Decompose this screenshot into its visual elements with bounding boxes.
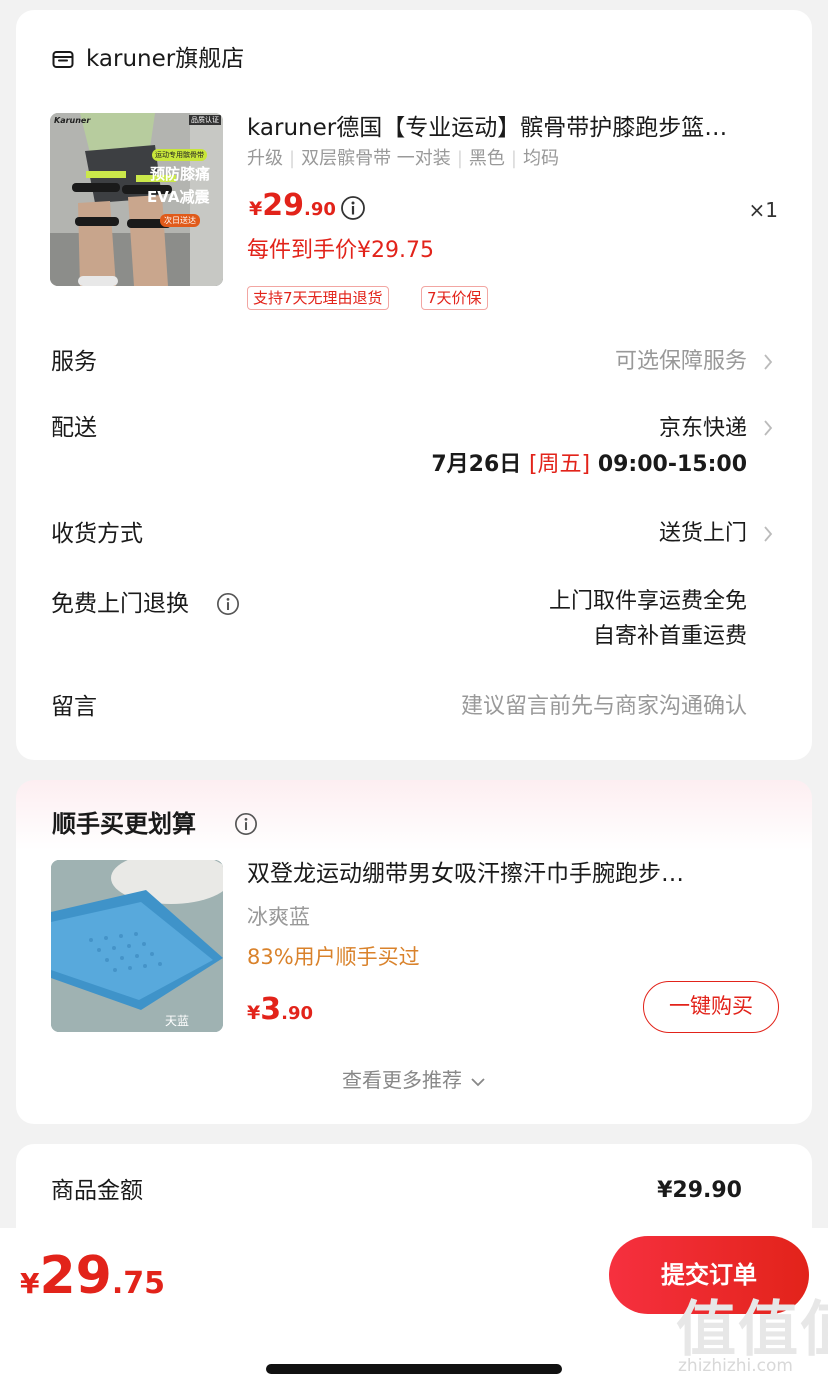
spec-item: 双层髌骨带 一对装 (301, 148, 451, 169)
delivery-time[interactable]: 7月26日 [周五] 09:00-15:00 (431, 450, 747, 480)
service-label: 服务 (51, 349, 97, 375)
product-price: ¥29.90 (249, 188, 336, 223)
recommend-name[interactable]: 双登龙运动绷带男女吸汗擦汗巾手腕跑步… (247, 858, 787, 890)
price-currency: ¥ (249, 198, 263, 220)
spec-divider: | (456, 148, 463, 169)
home-indicator[interactable] (266, 1364, 562, 1374)
delivery-value[interactable]: 京东快递 (659, 414, 747, 444)
recommend-price: ¥3.90 (247, 992, 313, 1027)
total-currency: ¥ (20, 1267, 40, 1300)
promo-line1: 预防膝痛 (150, 165, 211, 183)
goods-amount-label: 商品金额 (51, 1178, 143, 1204)
price-decimal: .90 (281, 1003, 313, 1024)
hand-price: 每件到手价¥29.75 (247, 238, 434, 263)
chevron-right-icon[interactable] (762, 524, 774, 544)
checkout-bar: ¥29.75 提交订单 值值值 zhizhizhi.com (0, 1228, 828, 1390)
total-price: ¥29.75 (20, 1246, 165, 1306)
message-input[interactable]: 建议留言前先与商家沟通确认 (461, 692, 747, 722)
info-icon[interactable] (234, 812, 258, 836)
promo-line2: EVA减震 (147, 188, 210, 206)
info-icon[interactable] (216, 592, 240, 616)
recommend-spec: 冰爽蓝 (247, 905, 310, 929)
spec-divider: | (510, 148, 517, 169)
recommend-percent: 83%用户顺手买过 (247, 945, 420, 969)
price-integer: 29 (262, 188, 304, 223)
goods-amount-value: ¥29.90 (657, 1178, 742, 1203)
message-label: 留言 (51, 694, 97, 720)
delivery-slot: 09:00-15:00 (597, 452, 747, 477)
free-return-label: 免费上门退换 (51, 591, 189, 617)
price-decimal: .90 (303, 199, 336, 220)
delivery-date: 7月26日 (431, 452, 522, 477)
spec-item: 黑色 (468, 148, 505, 169)
spec-divider: | (289, 148, 296, 169)
more-recommend-label: 查看更多推荐 (342, 1068, 462, 1092)
delivery-label: 配送 (51, 415, 97, 441)
store-icon (52, 51, 74, 68)
watermark-url: zhizhizhi.com (678, 1356, 793, 1376)
recommend-title: 顺手买更划算 (52, 810, 196, 838)
return-policy-tag: 支持7天无理由退货 (247, 286, 389, 310)
more-recommend-link[interactable]: 查看更多推荐 (16, 1064, 812, 1093)
store-name[interactable]: karuner旗舰店 (86, 44, 244, 74)
brand-logo: Karuner (54, 116, 91, 125)
total-decimal: .75 (111, 1266, 166, 1301)
receive-method-value[interactable]: 送货上门 (659, 519, 747, 549)
recommend-card: 顺手买更划算 天蓝 双登龙运动绷带男女吸汗擦汗巾手腕跑步… 冰爽蓝 83%用户顺… (16, 780, 812, 1124)
chevron-right-icon[interactable] (762, 418, 774, 438)
image-color-label: 天蓝 (165, 1014, 190, 1028)
free-return-line2: 自寄补首重运费 (592, 624, 747, 649)
promo-pill: 次日送达 (160, 214, 200, 227)
product-quantity: ×1 (748, 198, 778, 222)
chevron-right-icon[interactable] (762, 352, 774, 372)
order-card: karuner旗舰店 Karuner 品质认证 运动专用髌骨带 预防膝痛 EVA… (16, 10, 812, 760)
price-currency: ¥ (247, 1002, 261, 1024)
spec-item: 均码 (522, 148, 559, 169)
one-click-buy-button[interactable]: 一键购买 (643, 981, 779, 1033)
product-spec: 升级 | 双层髌骨带 一对装 | 黑色 | 均码 (247, 146, 559, 172)
receive-method-label: 收货方式 (51, 521, 143, 547)
watermark-logo: 值值值 (676, 1295, 828, 1365)
delivery-weekday: [周五] (528, 452, 591, 477)
chevron-down-icon (471, 1077, 485, 1086)
total-integer: 29 (39, 1246, 112, 1306)
product-image[interactable]: Karuner 品质认证 运动专用髌骨带 预防膝痛 EVA减震 次日送达 (50, 113, 223, 286)
price-integer: 3 (260, 992, 282, 1027)
promo-label: 运动专用髌骨带 (152, 149, 207, 161)
recommend-image[interactable]: 天蓝 (51, 860, 223, 1032)
free-return-line1: 上门取件享运费全免 (548, 589, 747, 614)
towel-photo (51, 860, 223, 1032)
quality-badge: 品质认证 (189, 115, 221, 125)
service-value[interactable]: 可选保障服务 (615, 347, 747, 377)
product-title[interactable]: karuner德国【专业运动】髌骨带护膝跑步篮… (247, 112, 787, 144)
price-protect-tag: 7天价保 (421, 286, 488, 310)
price-info-icon[interactable] (340, 195, 366, 221)
spec-item: 升级 (247, 148, 283, 169)
